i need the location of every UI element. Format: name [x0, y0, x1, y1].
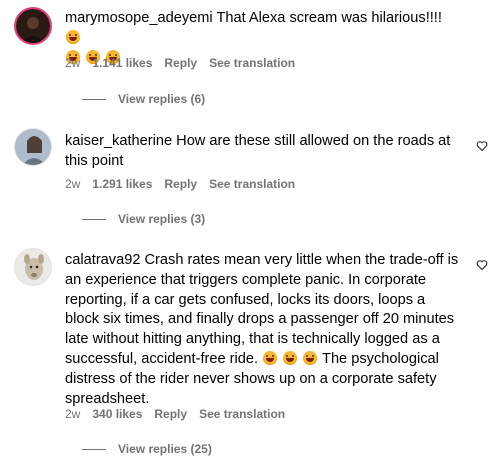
replies-divider-line — [82, 218, 106, 220]
view-replies-button[interactable]: View replies (3) — [82, 212, 205, 226]
grinning-squinting-emoji-icon — [263, 350, 278, 365]
comment-meta: 2w 1.141 likes Reply See translation — [65, 56, 295, 70]
comment-username[interactable]: marymosope_adeyemi — [65, 10, 213, 26]
view-replies-label: View replies (25) — [118, 442, 212, 456]
likes-count[interactable]: 340 likes — [92, 407, 142, 421]
avatar[interactable] — [14, 128, 52, 166]
view-replies-button[interactable]: View replies (25) — [82, 442, 212, 456]
comment-meta: 2w 340 likes Reply See translation — [65, 407, 285, 421]
heart-icon[interactable] — [476, 140, 488, 152]
comment-text: kaiser_katherine How are these still all… — [65, 132, 460, 172]
comment-text: calatrava92 Crash rates mean very little… — [65, 251, 460, 409]
comment-time: 2w — [65, 56, 81, 70]
avatar-photo — [15, 249, 51, 285]
comment-username[interactable]: kaiser_katherine — [65, 133, 172, 149]
view-replies-label: View replies (6) — [118, 92, 206, 106]
see-translation-link[interactable]: See translation — [209, 177, 295, 191]
heart-icon[interactable] — [476, 259, 488, 271]
avatar[interactable] — [14, 7, 52, 45]
avatar[interactable] — [14, 248, 52, 286]
comment-body: That Alexa scream was hilarious!!!! — [216, 10, 442, 26]
comment-time: 2w — [65, 407, 81, 421]
likes-count[interactable]: 1.291 likes — [92, 177, 152, 191]
see-translation-link[interactable]: See translation — [209, 56, 295, 70]
replies-divider-line — [82, 98, 106, 100]
reply-button[interactable]: Reply — [164, 177, 197, 191]
replies-divider-line — [82, 448, 106, 450]
comment-username[interactable]: calatrava92 — [65, 252, 140, 268]
likes-count[interactable]: 1.141 likes — [92, 56, 152, 70]
reply-button[interactable]: Reply — [164, 56, 197, 70]
comment-meta: 2w 1.291 likes Reply See translation — [65, 177, 295, 191]
avatar-photo — [15, 129, 51, 165]
comment-body: Crash rates mean very little when the tr… — [65, 252, 459, 367]
reply-button[interactable]: Reply — [154, 407, 187, 421]
grinning-squinting-emoji-icon — [283, 350, 298, 365]
view-replies-label: View replies (3) — [118, 212, 206, 226]
avatar-photo — [16, 9, 50, 43]
grinning-squinting-emoji-icon — [303, 350, 318, 365]
grinning-squinting-emoji-icon — [66, 29, 80, 44]
comment-time: 2w — [65, 177, 81, 191]
view-replies-button[interactable]: View replies (6) — [82, 92, 205, 106]
see-translation-link[interactable]: See translation — [199, 407, 285, 421]
